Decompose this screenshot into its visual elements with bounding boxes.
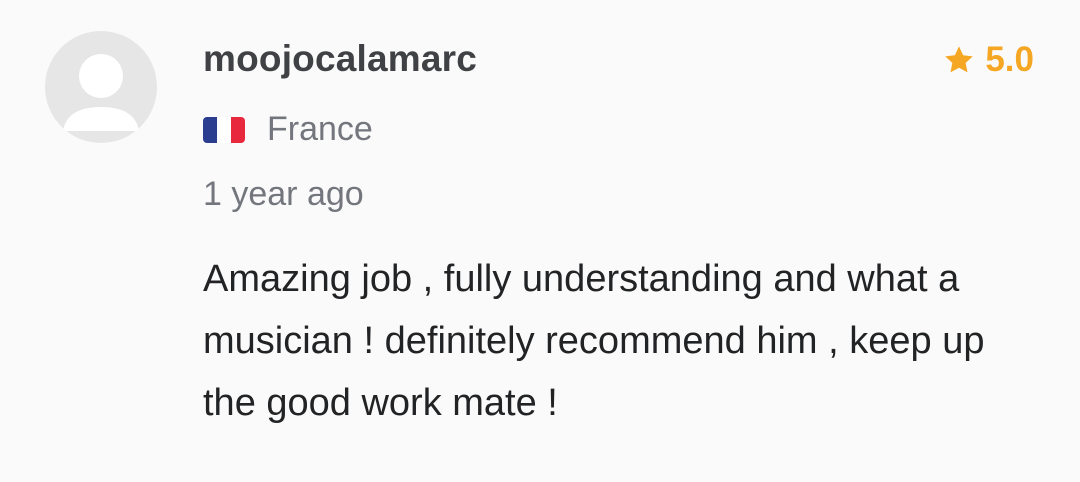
country-name: France — [267, 110, 373, 148]
reviewer-country: France — [203, 110, 373, 149]
review-rating: 5.0 — [943, 40, 1034, 80]
star-icon — [943, 44, 975, 76]
avatar[interactable] — [45, 31, 157, 143]
review-text: Amazing job , fully understanding and wh… — [203, 258, 985, 424]
review-card: moojocalamarc 5.0 France 1 year ago Amaz… — [0, 0, 1080, 482]
reviewer-username[interactable]: moojocalamarc — [203, 38, 477, 80]
user-placeholder-icon — [63, 54, 139, 131]
france-flag-icon — [203, 116, 245, 143]
rating-value: 5.0 — [985, 40, 1034, 79]
review-timestamp: 1 year ago — [203, 175, 364, 213]
